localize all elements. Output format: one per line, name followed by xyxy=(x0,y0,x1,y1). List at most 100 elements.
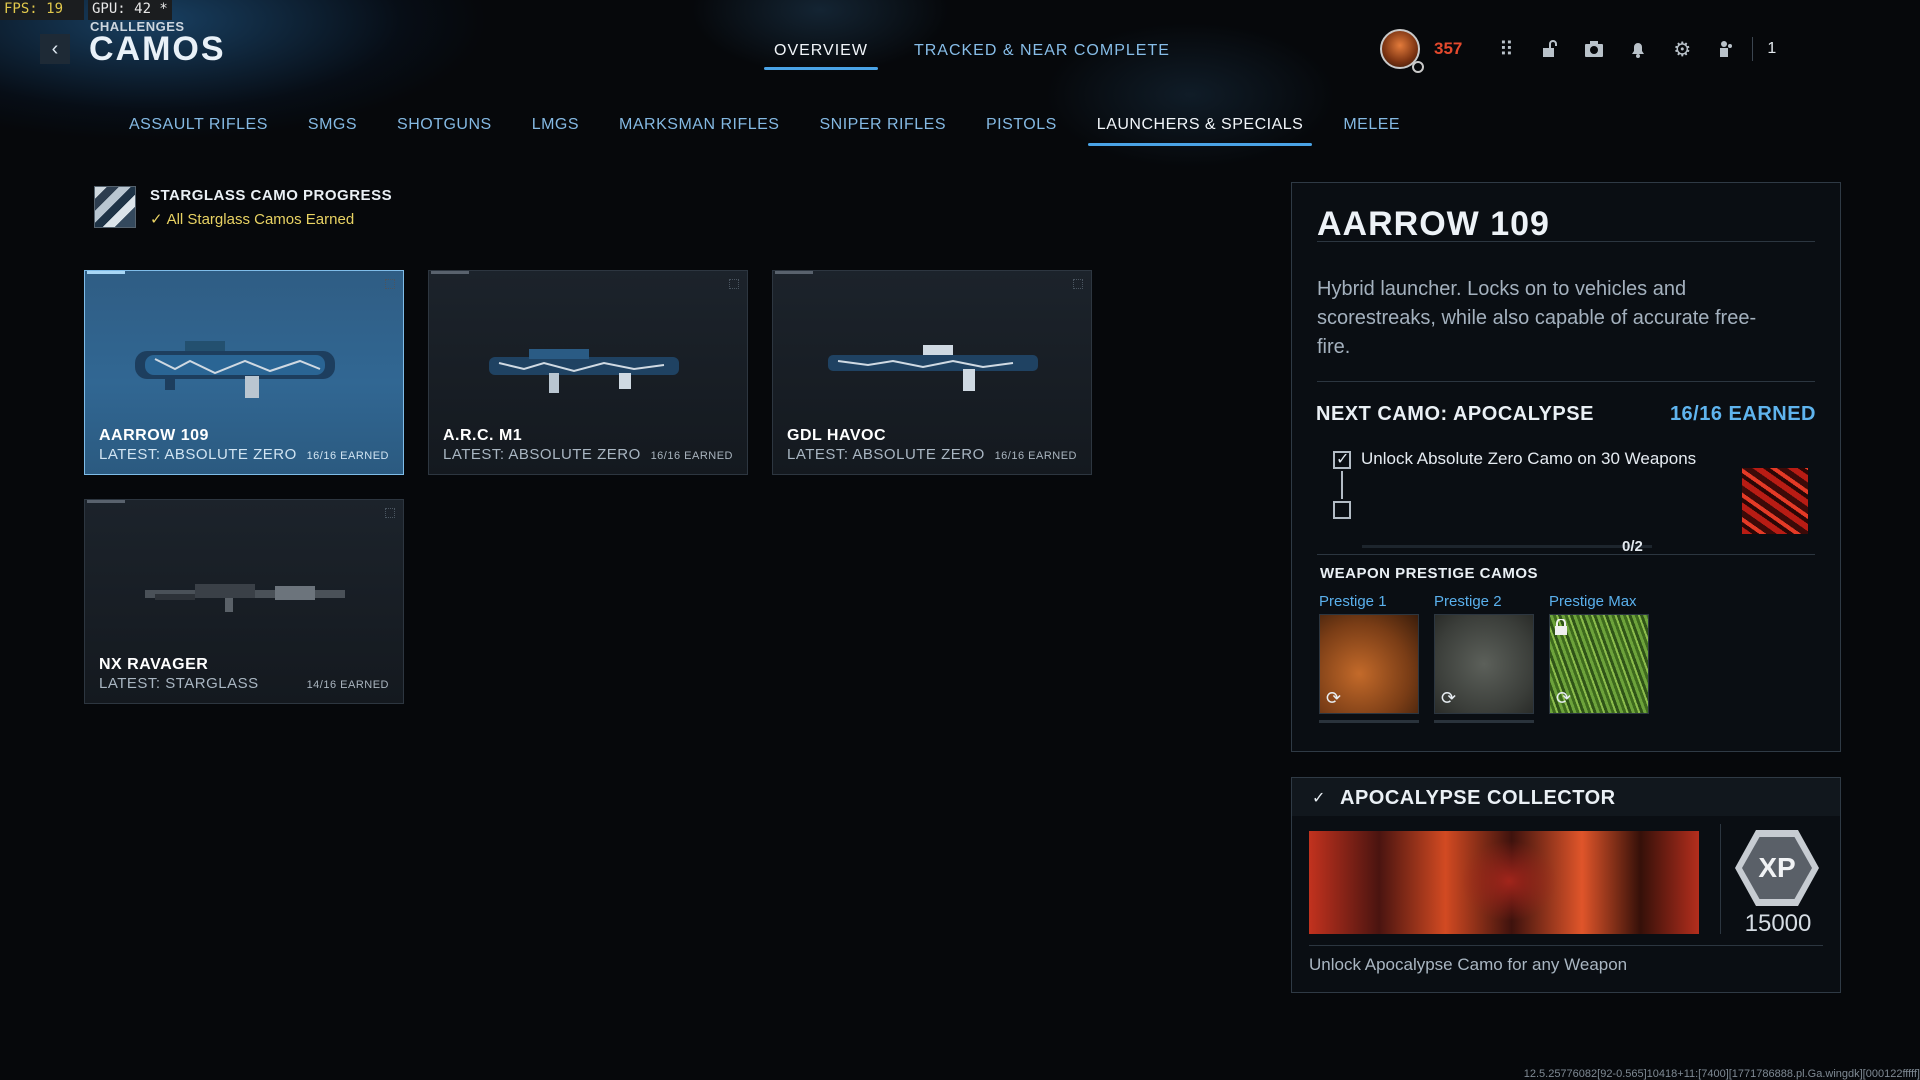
challenge-progress-bar xyxy=(1362,545,1652,548)
prestige-label: Prestige 1 xyxy=(1319,593,1387,610)
challenge-checkbox-checked xyxy=(1333,449,1351,469)
weapon-card-arc-m1[interactable]: A.R.C. M1 LATEST: ABSOLUTE ZERO 16/16 EA… xyxy=(428,270,748,475)
rotate-icon: ⟳ xyxy=(1556,688,1572,708)
challenge-label: Unlock Absolute Zero Camo on 30 Weapons xyxy=(1361,449,1697,468)
tab-tracked-near-complete[interactable]: TRACKED & NEAR COMPLETE xyxy=(904,40,1180,70)
prestige-camo-image: ⟳ xyxy=(1319,614,1419,714)
weapon-image xyxy=(135,341,335,398)
grid-corner-icon xyxy=(1073,279,1083,289)
collector-description: Unlock Apocalypse Camo for any Weapon xyxy=(1309,955,1628,974)
rank-emblem-icon[interactable] xyxy=(1380,29,1424,73)
weapon-category-tabs: ASSAULT RIFLES SMGS SHOTGUNS LMGS MARKSM… xyxy=(120,116,1409,146)
rotate-icon: ⟳ xyxy=(1326,688,1342,708)
tab-assault-rifles[interactable]: ASSAULT RIFLES xyxy=(120,116,277,146)
tab-lmgs[interactable]: LMGS xyxy=(523,116,588,146)
starglass-progress: STARGLASS CAMO PROGRESS ✓ All Starglass C… xyxy=(94,186,392,228)
weapon-image xyxy=(145,584,345,612)
lock-icon xyxy=(1555,619,1567,635)
weapon-earned-count: 14/16 EARNED xyxy=(306,679,389,691)
performance-overlay: FPS: 19 GPU: 42 * xyxy=(0,0,172,20)
weapon-description: Hybrid launcher. Locks on to vehicles an… xyxy=(1317,278,1757,358)
grid-corner-icon xyxy=(385,279,395,289)
weapon-latest-camo: LATEST: ABSOLUTE ZERO xyxy=(443,446,641,463)
weapon-detail-panel: AARROW 109 Hybrid launcher. Locks on to … xyxy=(1291,182,1841,752)
tab-shotguns[interactable]: SHOTGUNS xyxy=(388,116,501,146)
xp-badge-label: XP xyxy=(1742,837,1812,899)
build-string: 12.5.25776082[92-0.565]10418+11:[7400][1… xyxy=(1523,1068,1920,1080)
prestige-camo-image: ⟳ xyxy=(1434,614,1534,714)
prestige-camo-2[interactable]: Prestige 2 ⟳ xyxy=(1434,593,1534,723)
fps-counter: FPS: 19 xyxy=(0,0,84,20)
divider xyxy=(1317,241,1815,242)
prestige-label: Prestige 2 xyxy=(1434,593,1502,610)
weapon-name: AARROW 109 xyxy=(99,427,209,444)
collector-title: APOCALYPSE COLLECTOR xyxy=(1340,787,1616,809)
party-count: 1 xyxy=(1767,40,1777,57)
card-progress-line xyxy=(87,500,125,503)
checkbox-connector xyxy=(1341,471,1343,499)
weapon-latest-camo: LATEST: ABSOLUTE ZERO xyxy=(787,446,985,463)
back-button[interactable]: ‹ xyxy=(40,34,70,64)
card-progress-line xyxy=(431,271,469,274)
xp-reward-value: 15000 xyxy=(1744,910,1812,937)
next-camo-label: NEXT CAMO: APOCALYPSE xyxy=(1316,403,1594,425)
progress-title: STARGLASS CAMO PROGRESS xyxy=(150,186,393,204)
divider xyxy=(1752,37,1754,61)
divider xyxy=(1317,554,1815,555)
apocalypse-camo-preview[interactable] xyxy=(1742,468,1808,534)
collector-artwork xyxy=(1309,831,1699,934)
progress-status-text: All Starglass Camos Earned xyxy=(166,210,355,228)
tab-pistols[interactable]: PISTOLS xyxy=(977,116,1066,146)
weapon-earned-count: 16/16 EARNED xyxy=(650,450,733,462)
weapon-image xyxy=(828,345,1038,391)
apocalypse-collector-panel: ✓ APOCALYPSE COLLECTOR XP 15000 Unlock A… xyxy=(1291,777,1841,993)
tab-overview[interactable]: OVERVIEW xyxy=(764,40,878,70)
bell-icon[interactable] xyxy=(1616,29,1660,69)
grid-corner-icon xyxy=(385,508,395,518)
challenge-checkbox-empty xyxy=(1333,501,1351,519)
challenge-progress-text: 0/2 xyxy=(1622,538,1643,555)
card-progress-line xyxy=(775,271,813,274)
weapon-card-gdl-havoc[interactable]: GDL HAVOC LATEST: ABSOLUTE ZERO 16/16 EA… xyxy=(772,270,1092,475)
card-progress-line xyxy=(87,271,125,274)
check-icon: ✓ xyxy=(1312,790,1326,807)
top-tabs: OVERVIEW TRACKED & NEAR COMPLETE xyxy=(764,40,1180,70)
tab-melee[interactable]: MELEE xyxy=(1334,116,1409,146)
tab-marksman-rifles[interactable]: MARKSMAN RIFLES xyxy=(610,116,788,146)
tab-smgs[interactable]: SMGS xyxy=(299,116,366,146)
party-icon[interactable] xyxy=(1704,29,1748,69)
camera-icon[interactable] xyxy=(1572,29,1616,69)
tab-sniper-rifles[interactable]: SNIPER RIFLES xyxy=(810,116,955,146)
xp-badge-icon: XP xyxy=(1735,830,1819,906)
weapon-detail-title: AARROW 109 xyxy=(1317,205,1550,243)
tab-launchers-specials[interactable]: LAUNCHERS & SPECIALS xyxy=(1087,116,1313,146)
unlock-icon[interactable] xyxy=(1528,29,1572,69)
page-title: CAMOS xyxy=(89,30,226,68)
prestige-camo-image: ⟳ xyxy=(1549,614,1649,714)
weapon-card-nx-ravager[interactable]: NX RAVAGER LATEST: STARGLASS 14/16 EARNE… xyxy=(84,499,404,704)
progress-status: ✓ All Starglass Camos Earned xyxy=(150,210,392,228)
prestige-heading: WEAPON PRESTIGE CAMOS xyxy=(1320,565,1539,582)
gear-icon[interactable]: ⚙ xyxy=(1660,29,1704,69)
topbar-right: 357 ⠿ ⚙ 1 xyxy=(1380,24,1776,74)
divider xyxy=(1309,945,1823,946)
rotate-icon: ⟳ xyxy=(1441,688,1457,708)
prestige-progress-bar xyxy=(1434,720,1534,723)
prestige-camo-max[interactable]: Prestige Max ⟳ xyxy=(1549,593,1649,714)
gpu-counter: GPU: 42 * xyxy=(88,0,172,20)
grid-menu-icon[interactable]: ⠿ xyxy=(1484,29,1528,69)
weapon-latest-camo: LATEST: STARGLASS xyxy=(99,675,259,692)
divider xyxy=(1317,381,1815,382)
weapon-earned-count: 16/16 EARNED xyxy=(994,450,1077,462)
check-icon: ✓ xyxy=(150,210,163,228)
weapon-image xyxy=(489,349,679,393)
prestige-label: Prestige Max xyxy=(1549,593,1637,610)
next-camo-earned: 16/16 EARNED xyxy=(1669,403,1816,425)
weapon-card-aarow-109[interactable]: AARROW 109 LATEST: ABSOLUTE ZERO 16/16 E… xyxy=(84,270,404,475)
prestige-progress-bar xyxy=(1319,720,1419,723)
weapon-name: A.R.C. M1 xyxy=(443,427,523,444)
weapon-name: GDL HAVOC xyxy=(787,427,887,444)
prestige-camo-1[interactable]: Prestige 1 ⟳ xyxy=(1319,593,1419,723)
collector-header: ✓ APOCALYPSE COLLECTOR xyxy=(1292,778,1840,816)
weapon-latest-camo: LATEST: ABSOLUTE ZERO xyxy=(99,446,297,463)
